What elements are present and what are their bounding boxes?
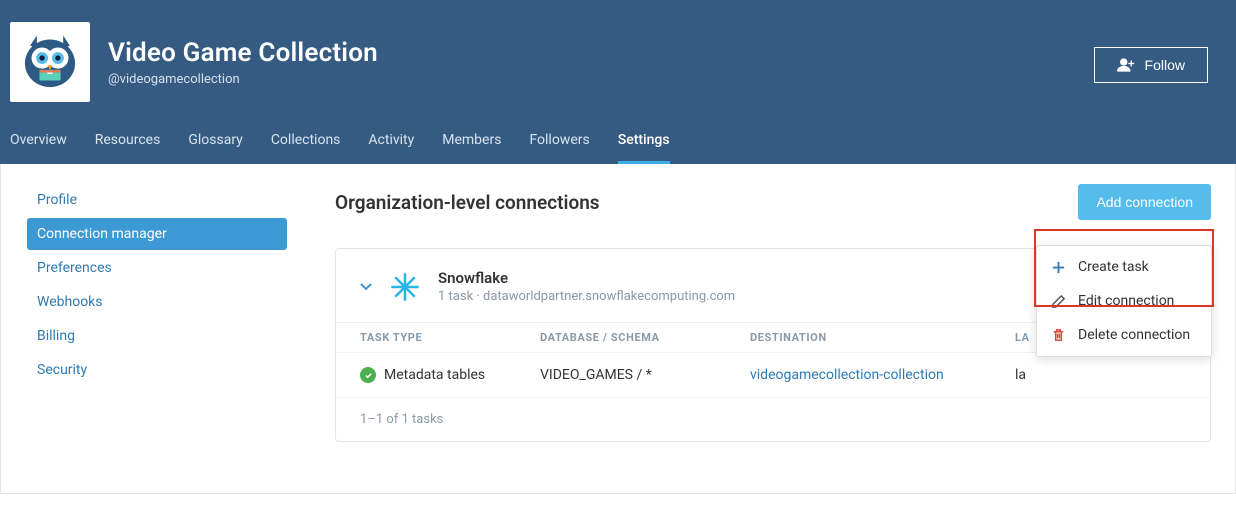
- connection-actions-menu: Create task Edit connection Delete conne…: [1036, 245, 1212, 357]
- sidebar-item-profile[interactable]: Profile: [27, 184, 287, 216]
- owl-icon: [17, 29, 83, 95]
- tab-overview[interactable]: Overview: [10, 132, 67, 164]
- tab-collections[interactable]: Collections: [271, 132, 341, 164]
- follow-person-plus-icon: [1117, 58, 1135, 72]
- org-handle[interactable]: @videogamecollection: [108, 72, 1094, 87]
- col-destination: DESTINATION: [750, 331, 1015, 344]
- trash-icon: [1051, 328, 1066, 343]
- task-last-value: la: [1015, 367, 1186, 383]
- tab-members[interactable]: Members: [442, 132, 501, 164]
- tab-activity[interactable]: Activity: [368, 132, 414, 164]
- connection-title: Snowflake: [438, 269, 735, 287]
- task-destination-link[interactable]: videogamecollection-collection: [750, 367, 1015, 383]
- menu-delete-label: Delete connection: [1078, 327, 1190, 343]
- top-tabs: Overview Resources Glossary Collections Acti…: [10, 132, 1208, 164]
- col-database-schema: DATABASE / SCHEMA: [540, 331, 750, 344]
- col-task-type: TASK TYPE: [360, 331, 540, 344]
- tab-settings[interactable]: Settings: [618, 132, 670, 164]
- sidebar-item-billing[interactable]: Billing: [27, 320, 287, 352]
- task-row[interactable]: Metadata tables VIDEO_GAMES / * videogam…: [336, 352, 1210, 397]
- menu-create-label: Create task: [1078, 259, 1149, 275]
- sidebar-item-security[interactable]: Security: [27, 354, 287, 386]
- tab-followers[interactable]: Followers: [529, 132, 589, 164]
- tab-resources[interactable]: Resources: [95, 132, 161, 164]
- sidebar-item-webhooks[interactable]: Webhooks: [27, 286, 287, 318]
- pencil-icon: [1051, 294, 1066, 309]
- sidebar-item-preferences[interactable]: Preferences: [27, 252, 287, 284]
- task-type-value: Metadata tables: [384, 367, 485, 383]
- settings-sidebar: ProfileConnection managerPreferencesWebh…: [1, 164, 301, 493]
- org-avatar: [10, 22, 90, 102]
- add-connection-button[interactable]: Add connection: [1078, 184, 1211, 220]
- task-db-value: VIDEO_GAMES / *: [540, 367, 750, 383]
- task-count-footer: 1–1 of 1 tasks: [336, 397, 1210, 441]
- connection-subtitle: 1 task · dataworldpartner.snowflakecompu…: [438, 289, 735, 304]
- page-title: Organization-level connections: [335, 191, 600, 214]
- menu-create-task[interactable]: Create task: [1037, 250, 1211, 284]
- follow-button[interactable]: Follow: [1094, 47, 1208, 83]
- status-ok-icon: [360, 367, 376, 383]
- org-name: Video Game Collection: [108, 38, 1094, 68]
- sidebar-item-connection-manager[interactable]: Connection manager: [27, 218, 287, 250]
- plus-icon: [1051, 260, 1066, 275]
- chevron-down-icon[interactable]: [360, 280, 372, 294]
- org-header: Video Game Collection @videogamecollecti…: [0, 0, 1236, 164]
- tab-glossary[interactable]: Glossary: [188, 132, 242, 164]
- menu-edit-connection[interactable]: Edit connection: [1037, 284, 1211, 318]
- snowflake-icon: [390, 272, 420, 302]
- follow-label: Follow: [1145, 57, 1185, 73]
- menu-edit-label: Edit connection: [1078, 293, 1174, 309]
- menu-delete-connection[interactable]: Delete connection: [1037, 318, 1211, 352]
- connection-card: Snowflake 1 task · dataworldpartner.snow…: [335, 248, 1211, 442]
- main-content: Organization-level connections Add conne…: [301, 164, 1235, 493]
